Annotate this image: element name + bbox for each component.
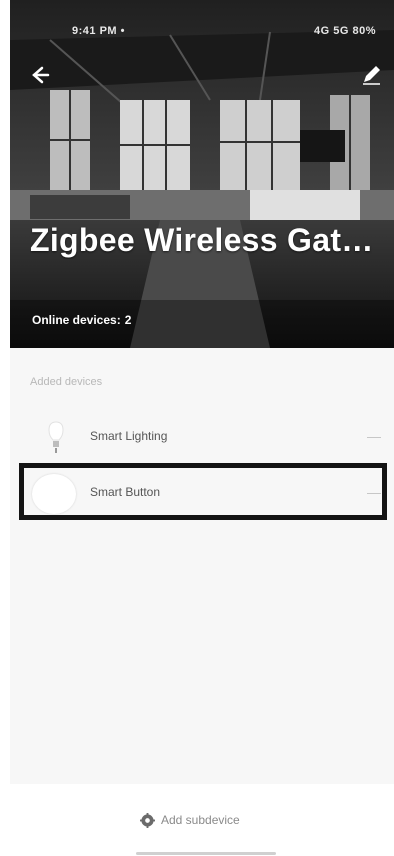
hero-banner: 9:41 PM • 4G 5G 80% Zigbee Wireless Gat…… <box>10 0 394 348</box>
selection-highlight <box>19 463 387 520</box>
home-indicator[interactable] <box>136 852 276 855</box>
add-subdevice-label: Add subdevice <box>161 813 240 827</box>
status-time: 9:41 PM • <box>72 25 125 37</box>
status-indicators: 4G 5G 80% <box>314 25 376 37</box>
more-options-icon[interactable]: — <box>367 428 381 444</box>
section-label-added-devices: Added devices <box>30 376 103 388</box>
add-subdevice-button[interactable]: Add subdevice <box>140 812 240 828</box>
room-background-image <box>10 0 394 348</box>
bulb-icon <box>36 416 76 456</box>
device-title: Zigbee Wireless Gat… <box>30 222 374 258</box>
back-button[interactable] <box>26 62 52 88</box>
pencil-icon <box>363 66 380 85</box>
gear-icon <box>140 812 155 828</box>
status-bar: 9:41 PM • 4G 5G 80% <box>10 22 394 42</box>
phone-screen: 9:41 PM • 4G 5G 80% Zigbee Wireless Gat…… <box>0 0 394 856</box>
online-devices-label: Online devices: <box>32 313 121 327</box>
device-row-smart-lighting[interactable]: Smart Lighting — <box>26 410 388 462</box>
edit-button[interactable] <box>358 62 384 88</box>
back-arrow-icon <box>32 66 50 84</box>
left-margin <box>0 0 10 856</box>
online-devices-count: 2 <box>124 313 132 327</box>
online-devices: Online devices: 2 <box>32 313 131 327</box>
device-name: Smart Lighting <box>90 429 168 443</box>
